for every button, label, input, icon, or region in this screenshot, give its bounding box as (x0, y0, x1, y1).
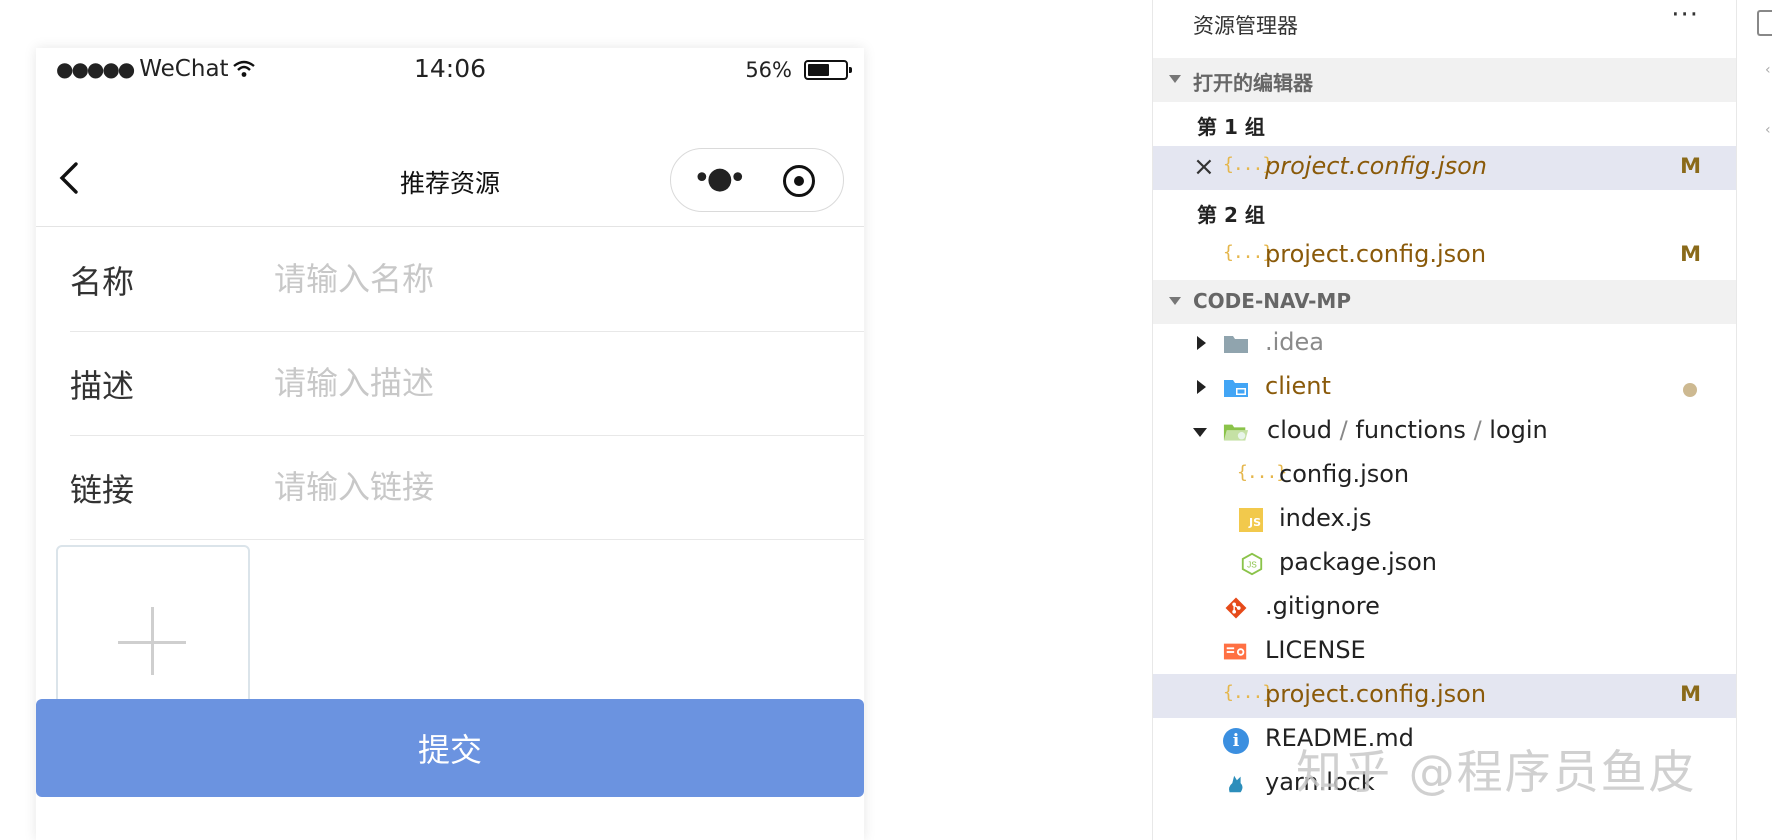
edge-chevron-icon: ‹ (1765, 62, 1771, 78)
chevron-down-icon (1193, 428, 1207, 437)
battery-percent: 56% (745, 58, 792, 82)
tree-item-cloud[interactable]: cloud / functions / login (1153, 410, 1737, 454)
form-row-link: 链接 (70, 435, 864, 540)
link-label: 链接 (70, 471, 135, 509)
battery-icon (804, 60, 852, 80)
plus-icon-vertical (151, 607, 154, 675)
cloud-folder-open-icon (1223, 424, 1249, 441)
project-header[interactable]: CODE-NAV-MP (1153, 280, 1737, 324)
svg-text:JS: JS (1247, 560, 1257, 570)
tree-item-label: config.json (1279, 460, 1410, 488)
chevron-down-icon (1169, 75, 1181, 83)
modified-badge: M (1680, 154, 1701, 178)
tree-item-label: project.config.json (1265, 680, 1487, 708)
modified-dot (1683, 383, 1697, 397)
chevron-down-icon (1169, 297, 1181, 305)
group-2-label: 第 2 组 (1197, 203, 1265, 227)
git-icon (1225, 597, 1247, 619)
description-label: 描述 (70, 367, 135, 405)
chevron-right-icon (1197, 380, 1206, 394)
yarn-cat-icon (1229, 775, 1243, 793)
nodejs-file-icon: JS (1241, 552, 1263, 576)
open-editor-item[interactable]: {...} project.config.json M (1153, 234, 1737, 278)
tree-item-label: package.json (1279, 548, 1438, 576)
json-file-icon: {...} (1223, 682, 1273, 703)
panel-toggle-icon[interactable] (1757, 10, 1772, 36)
json-file-icon: {...} (1223, 242, 1273, 263)
open-editor-filename: project.config.json (1265, 240, 1487, 268)
edge-chevron-icon: ‹ (1765, 122, 1771, 138)
chevron-right-icon (1197, 336, 1206, 350)
form-row-name: 名称 (70, 227, 864, 332)
license-icon (1223, 643, 1247, 660)
close-miniprogram-icon[interactable] (783, 165, 815, 197)
open-editors-header[interactable]: 打开的编辑器 (1153, 58, 1737, 102)
status-bar: ●●●●● WeChat 14:06 56% (36, 48, 864, 94)
tree-item-package-json[interactable]: JS package.json (1153, 542, 1737, 586)
tree-item-license[interactable]: LICENSE (1153, 630, 1737, 674)
activity-edge: ‹ ‹ (1736, 0, 1772, 840)
tree-item-config-json[interactable]: {...} config.json (1153, 454, 1737, 498)
tree-item-label: .gitignore (1265, 592, 1380, 620)
mini-program-navbar: 推荐资源 •●• (36, 98, 864, 227)
group-2-header[interactable]: 第 2 组 (1153, 190, 1737, 234)
description-input[interactable] (274, 359, 834, 407)
status-time: 14:06 (413, 54, 487, 83)
tree-item-label: client (1265, 372, 1331, 400)
project-label: CODE-NAV-MP (1193, 289, 1351, 313)
tree-item-label: index.js (1279, 504, 1372, 532)
watermark: 知乎 @程序员鱼皮 (1296, 745, 1697, 799)
client-folder-icon (1224, 380, 1248, 397)
more-dots-icon[interactable]: •●• (693, 161, 747, 196)
info-icon: i (1223, 728, 1249, 754)
more-actions-icon[interactable]: ··· (1671, 0, 1699, 30)
tree-item-gitignore[interactable]: .gitignore (1153, 586, 1737, 630)
json-file-icon: {...} (1223, 154, 1273, 175)
explorer-panel: 资源管理器 ··· 打开的编辑器 第 1 组 × {...} project.c… (1152, 0, 1737, 840)
close-icon[interactable]: × (1193, 152, 1215, 182)
name-input[interactable] (274, 255, 834, 303)
form-row-description: 描述 (70, 331, 864, 436)
path-segment-login[interactable]: login (1489, 416, 1547, 444)
name-label: 名称 (70, 263, 135, 301)
path-segment-cloud[interactable]: cloud (1267, 416, 1332, 444)
explorer-title: 资源管理器 (1193, 14, 1298, 38)
modified-badge: M (1680, 682, 1701, 706)
link-input[interactable] (274, 463, 834, 511)
compact-folder-path: cloud / functions / login (1267, 416, 1548, 444)
tree-item-label: LICENSE (1265, 636, 1366, 664)
tree-item-client[interactable]: client (1153, 366, 1737, 410)
group-1-label: 第 1 组 (1197, 115, 1265, 139)
modified-badge: M (1680, 242, 1701, 266)
status-right: 56% (745, 58, 852, 82)
open-editor-item[interactable]: × {...} project.config.json M (1153, 146, 1737, 190)
open-editor-filename: project.config.json (1265, 152, 1487, 180)
tree-item-project-config[interactable]: {...} project.config.json M (1153, 674, 1737, 718)
folder-icon (1224, 336, 1248, 353)
json-file-icon: {...} (1237, 462, 1287, 483)
path-separator: / (1339, 416, 1348, 444)
phone-simulator: ●●●●● WeChat 14:06 56% 推荐资源 •●• 名称 描述 (36, 48, 864, 840)
tree-item-idea[interactable]: .idea (1153, 322, 1737, 366)
capsule-menu: •●• (670, 148, 844, 212)
path-separator: / (1473, 416, 1482, 444)
tree-item-index-js[interactable]: JS index.js (1153, 498, 1737, 542)
open-editors-label: 打开的编辑器 (1193, 71, 1313, 95)
path-segment-functions[interactable]: functions (1355, 416, 1466, 444)
javascript-file-icon: JS (1239, 508, 1263, 532)
tree-item-label: .idea (1265, 328, 1325, 356)
group-1-header[interactable]: 第 1 组 (1153, 102, 1737, 146)
submit-button[interactable]: 提交 (36, 699, 864, 797)
